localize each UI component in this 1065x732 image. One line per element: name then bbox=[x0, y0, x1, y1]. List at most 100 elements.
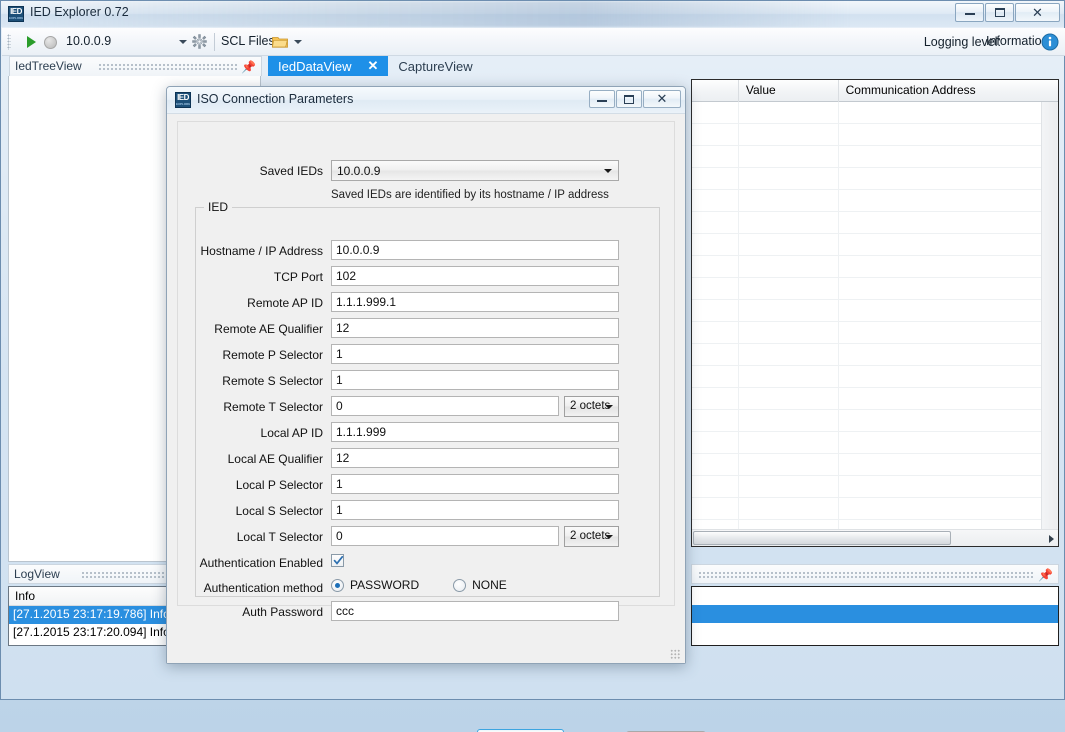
title-bar-glass bbox=[1, 1, 1064, 27]
list-item[interactable] bbox=[692, 623, 1058, 641]
table-cell bbox=[692, 146, 739, 168]
minimize-icon bbox=[964, 10, 975, 15]
dialog-minimize-button[interactable] bbox=[589, 90, 615, 108]
dock-texture bbox=[98, 63, 239, 71]
pin-icon[interactable]: 📌 bbox=[1038, 568, 1053, 582]
table-cell bbox=[739, 168, 839, 190]
remote-p-selector-input[interactable]: 1 bbox=[331, 344, 619, 364]
saved-ieds-combo[interactable]: 10.0.0.9 bbox=[331, 160, 619, 181]
play-icon bbox=[26, 36, 36, 48]
toolbar-drag-handle[interactable] bbox=[7, 34, 11, 50]
local-s-selector-input[interactable]: 1 bbox=[331, 500, 619, 520]
local-p-selector-label: Local P Selector bbox=[235, 478, 323, 492]
table-row[interactable] bbox=[692, 102, 1058, 124]
table-row[interactable] bbox=[692, 366, 1058, 388]
local-t-selector-octets-combo[interactable]: 2 octets bbox=[564, 526, 619, 547]
scroll-right-arrow-icon[interactable] bbox=[1049, 535, 1054, 543]
auth-password-input[interactable]: ccc bbox=[331, 601, 619, 621]
list-item[interactable] bbox=[692, 605, 1058, 623]
ied-group-title: IED bbox=[204, 200, 233, 214]
table-cell bbox=[692, 476, 739, 498]
application-window: IED EXPLORER IED Explorer 0.72 ✕ 10.0.0.… bbox=[0, 0, 1065, 732]
pin-icon[interactable]: 📌 bbox=[241, 60, 256, 74]
table-row[interactable] bbox=[692, 388, 1058, 410]
radio-password[interactable] bbox=[331, 578, 344, 592]
log-view-panel-right-section[interactable] bbox=[691, 586, 1059, 646]
grid-column-header-value[interactable]: Value bbox=[739, 80, 839, 102]
logging-level-combo[interactable]: Information bbox=[890, 33, 1049, 51]
remote-t-selector-octets-combo[interactable]: 2 octets bbox=[564, 396, 619, 417]
table-row[interactable] bbox=[692, 432, 1058, 454]
table-row[interactable] bbox=[692, 234, 1058, 256]
saved-ieds-label: Saved IEDs bbox=[259, 164, 323, 178]
table-cell bbox=[692, 168, 739, 190]
grid-header-row: Value Communication Address bbox=[692, 80, 1058, 102]
local-s-selector-label: Local S Selector bbox=[235, 504, 323, 518]
list-item[interactable] bbox=[692, 587, 1058, 605]
dialog-resize-grip[interactable] bbox=[670, 649, 680, 659]
remote-s-selector-input[interactable]: 1 bbox=[331, 370, 619, 390]
table-row[interactable] bbox=[692, 256, 1058, 278]
auth-enabled-checkbox[interactable] bbox=[331, 554, 344, 567]
window-title: IED Explorer 0.72 bbox=[30, 5, 129, 19]
table-row[interactable] bbox=[692, 300, 1058, 322]
local-p-selector-input[interactable]: 1 bbox=[331, 474, 619, 494]
tab-captureview[interactable]: CaptureView bbox=[388, 56, 482, 76]
folder-chevron-down-icon[interactable] bbox=[294, 40, 302, 44]
ip-address-combo[interactable]: 10.0.0.9 bbox=[66, 33, 191, 51]
hostname-input[interactable]: 10.0.0.9 bbox=[331, 240, 619, 260]
table-row[interactable] bbox=[692, 124, 1058, 146]
settings-button[interactable] bbox=[192, 34, 207, 49]
table-cell bbox=[692, 212, 739, 234]
grid-horizontal-scrollbar[interactable] bbox=[692, 529, 1058, 546]
maximize-button[interactable] bbox=[985, 3, 1014, 22]
minimize-icon bbox=[597, 97, 607, 102]
close-icon[interactable]: ✕ bbox=[367, 58, 378, 74]
local-ae-qualifier-input[interactable]: 12 bbox=[331, 448, 619, 468]
grid-column-header-blank[interactable] bbox=[692, 80, 739, 102]
local-t-selector-label: Local T Selector bbox=[236, 530, 323, 544]
tab-ieddataview[interactable]: IedDataView ✕ bbox=[268, 56, 389, 76]
table-row[interactable] bbox=[692, 322, 1058, 344]
scrollbar-thumb[interactable] bbox=[693, 531, 951, 545]
grid-vertical-scrollbar[interactable] bbox=[1041, 102, 1057, 529]
radio-none[interactable] bbox=[453, 578, 467, 592]
remote-ap-id-input[interactable]: 1.1.1.999.1 bbox=[331, 292, 619, 312]
table-row[interactable] bbox=[692, 146, 1058, 168]
field-row-local-ap-id: Local AP ID 1.1.1.999 bbox=[178, 422, 674, 448]
tab-label: IedDataView bbox=[278, 58, 352, 74]
dialog-close-button[interactable]: ✕ bbox=[643, 90, 681, 108]
table-row[interactable] bbox=[692, 278, 1058, 300]
info-button[interactable] bbox=[1041, 33, 1059, 54]
document-tab-strip: IedDataView ✕ CaptureView bbox=[268, 56, 483, 76]
table-cell bbox=[739, 234, 839, 256]
remote-t-selector-input[interactable]: 0 bbox=[331, 396, 559, 416]
dialog-maximize-button[interactable] bbox=[616, 90, 642, 108]
tree-view-title: IedTreeView bbox=[15, 59, 82, 73]
table-row[interactable] bbox=[692, 190, 1058, 212]
table-row[interactable] bbox=[692, 212, 1058, 234]
local-ap-id-input[interactable]: 1.1.1.999 bbox=[331, 422, 619, 442]
table-cell bbox=[692, 102, 739, 124]
table-row[interactable] bbox=[692, 168, 1058, 190]
radio-password-label: PASSWORD bbox=[350, 578, 420, 592]
local-t-selector-input[interactable]: 0 bbox=[331, 526, 559, 546]
table-cell bbox=[739, 410, 839, 432]
remote-ae-qualifier-input[interactable]: 12 bbox=[331, 318, 619, 338]
close-button[interactable]: ✕ bbox=[1015, 3, 1060, 22]
table-row[interactable] bbox=[692, 454, 1058, 476]
tcp-port-input[interactable]: 102 bbox=[331, 266, 619, 286]
table-row[interactable] bbox=[692, 410, 1058, 432]
auth-password-row: Auth Password ccc bbox=[178, 601, 674, 627]
field-row-tcp-port: TCP Port 102 bbox=[178, 266, 674, 292]
table-cell bbox=[692, 124, 739, 146]
table-cell bbox=[692, 322, 739, 344]
open-scl-button[interactable] bbox=[272, 35, 288, 48]
ied-data-grid[interactable]: Value Communication Address bbox=[691, 79, 1059, 547]
table-row[interactable] bbox=[692, 498, 1058, 520]
minimize-button[interactable] bbox=[955, 3, 984, 22]
grid-column-header-communication-address[interactable]: Communication Address bbox=[839, 80, 1058, 102]
table-row[interactable] bbox=[692, 344, 1058, 366]
table-row[interactable] bbox=[692, 476, 1058, 498]
connect-button[interactable] bbox=[22, 34, 40, 50]
